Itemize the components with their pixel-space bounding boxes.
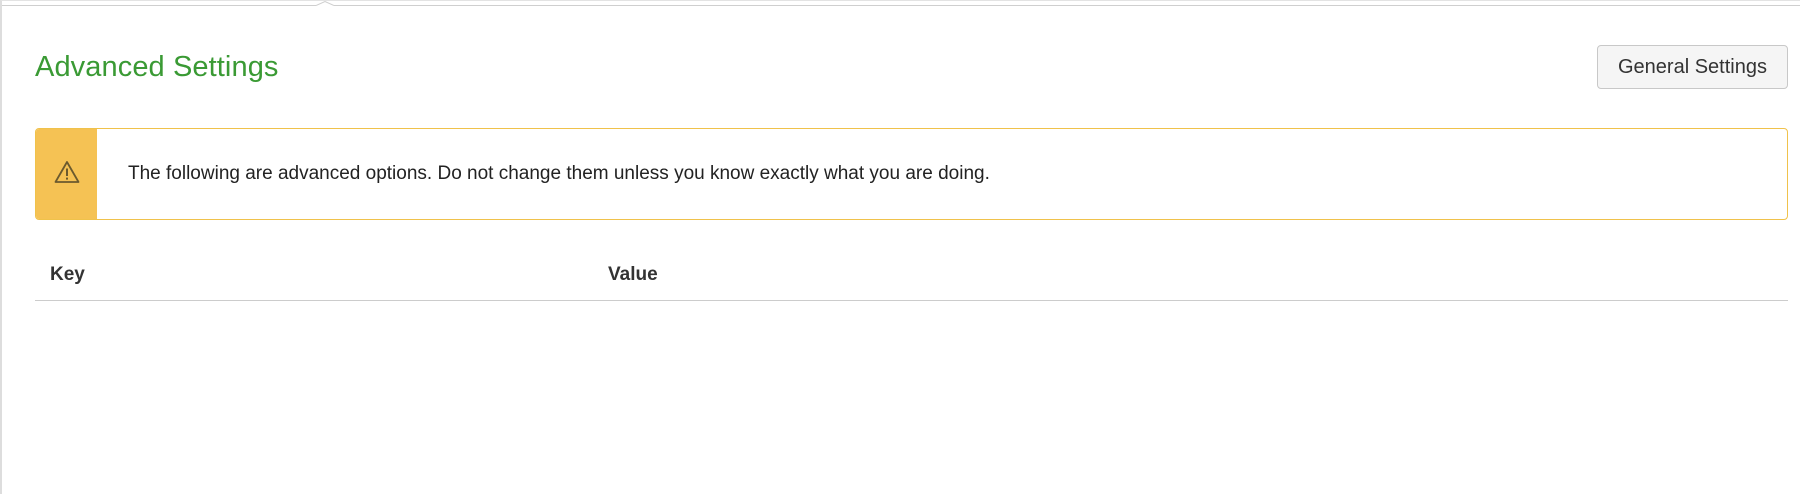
column-header-value: Value <box>608 264 658 285</box>
settings-panel: Advanced Settings General Settings The f… <box>0 0 1800 494</box>
tab-border-left <box>2 1 316 6</box>
tab-border-right <box>334 1 1800 6</box>
column-header-key: Key <box>50 264 85 285</box>
page-title: Advanced Settings <box>35 51 279 83</box>
alert-icon-box <box>36 129 97 219</box>
warning-alert: The following are advanced options. Do n… <box>35 128 1788 220</box>
tab-indicator <box>316 1 334 11</box>
settings-table-header: Key Value <box>35 255 1788 301</box>
warning-icon <box>54 160 80 189</box>
alert-message: The following are advanced options. Do n… <box>128 163 990 184</box>
general-settings-button[interactable]: General Settings <box>1597 45 1788 89</box>
